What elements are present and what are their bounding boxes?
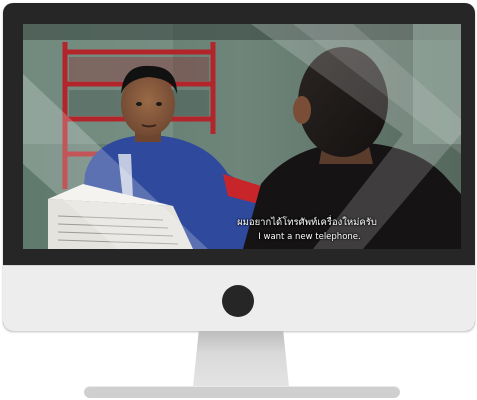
monitor-frame: ผมอยากได้โทรศัพท์เครื่องใหม่ครับ I want …	[3, 3, 475, 331]
subtitle-thai: ผมอยากได้โทรศัพท์เครื่องใหม่ครับ	[237, 217, 377, 228]
subtitle-english: I want a new telephone.	[258, 232, 361, 242]
monitor-stand-base	[84, 386, 400, 398]
video-screen[interactable]: ผมอยากได้โทรศัพท์เครื่องใหม่ครับ I want …	[23, 24, 461, 249]
monitor-stand-neck	[193, 331, 289, 387]
circle-logo-icon	[222, 285, 254, 317]
monitor-chin	[3, 265, 475, 331]
monitor-mockup: ผมอยากได้โทรศัพท์เครื่องใหม่ครับ I want …	[0, 0, 477, 400]
